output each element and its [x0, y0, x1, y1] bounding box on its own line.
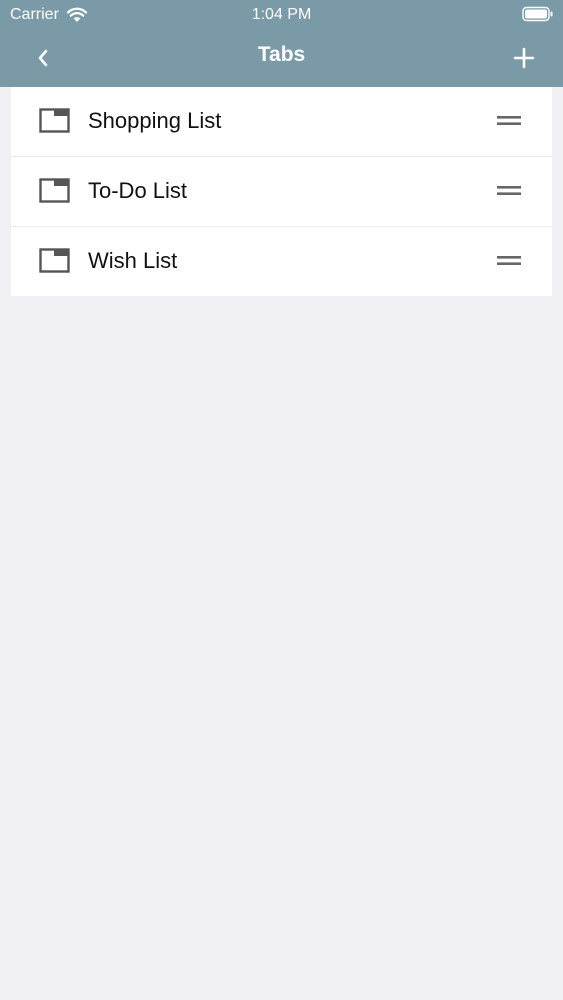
add-tab-button[interactable] — [509, 44, 539, 72]
reorder-handle-icon[interactable] — [497, 185, 521, 196]
tab-row-to-do-list[interactable]: To-Do List — [11, 157, 552, 227]
page-title: Tabs — [257, 43, 306, 66]
reorder-handle-icon[interactable] — [497, 255, 521, 266]
tab-row-wish-list[interactable]: Wish List — [11, 227, 552, 296]
tab-list: Shopping List To-Do List Wish List — [11, 87, 552, 296]
tab-label: Shopping List — [88, 108, 222, 133]
tab-icon — [39, 248, 70, 273]
header: Carrier 1:04 PM Tabs — [0, 0, 563, 87]
tab-icon — [39, 108, 70, 133]
tab-row-shopping-list[interactable]: Shopping List — [11, 87, 552, 157]
tab-icon — [39, 178, 70, 203]
tab-label: To-Do List — [88, 178, 188, 203]
nav-bar: Tabs — [0, 30, 563, 87]
status-bar: Carrier 1:04 PM — [0, 0, 563, 30]
plus-icon — [513, 47, 535, 69]
reorder-handle-icon[interactable] — [497, 115, 521, 126]
tab-label: Wish List — [88, 248, 178, 273]
status-time: 1:04 PM — [251, 6, 312, 23]
battery-icon — [522, 6, 553, 22]
